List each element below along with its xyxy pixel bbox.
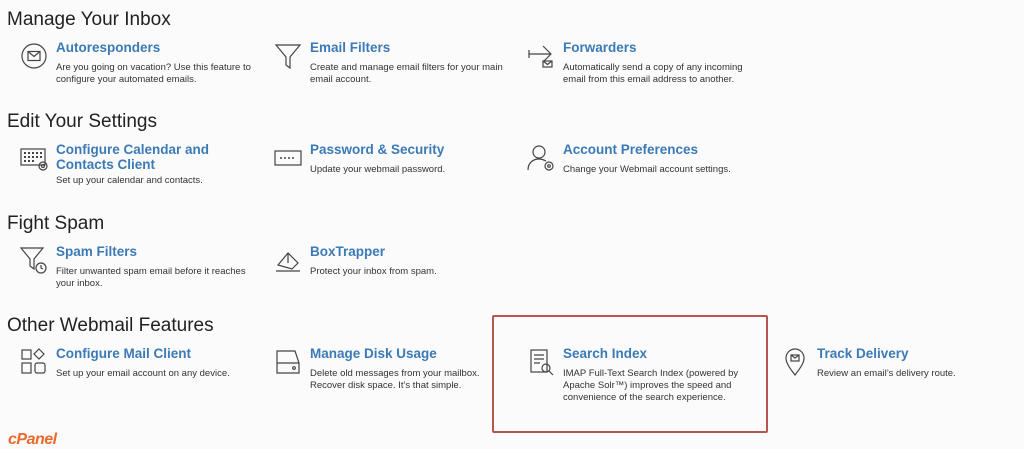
track-delivery-link[interactable]: Track Delivery xyxy=(817,346,1017,361)
password-security-description: Update your webmail password. xyxy=(310,164,446,175)
hard-drive-icon xyxy=(273,347,303,377)
cpanel-logo: cPanel xyxy=(8,431,57,448)
spam-filters-description: Filter unwanted spam email before it rea… xyxy=(56,266,246,289)
box-trap-icon xyxy=(273,245,303,275)
spam-filter-icon xyxy=(19,245,49,275)
filter-icon xyxy=(273,41,303,71)
disk-usage-description: Delete old messages from your mailbox. R… xyxy=(310,368,480,391)
boxtrapper-link[interactable]: BoxTrapper xyxy=(310,244,510,259)
spam-filters-link[interactable]: Spam Filters xyxy=(56,244,256,259)
autoresponders-link[interactable]: Autoresponders xyxy=(56,40,256,55)
boxtrapper-description: Protect your inbox from spam. xyxy=(310,266,437,277)
forwarders-link[interactable]: Forwarders xyxy=(563,40,763,55)
disk-usage-link[interactable]: Manage Disk Usage xyxy=(310,346,510,361)
section-title-edit-settings: Edit Your Settings xyxy=(7,111,157,132)
mail-client-description: Set up your email account on any device. xyxy=(56,368,230,379)
autoresponder-icon xyxy=(19,41,49,71)
section-title-fight-spam: Fight Spam xyxy=(7,213,105,234)
calendar-contacts-link[interactable]: Configure Calendar and Contacts Client xyxy=(56,142,256,172)
calendar-contacts-description: Set up your calendar and contacts. xyxy=(56,175,203,186)
search-index-highlight-box xyxy=(492,315,768,433)
track-delivery-description: Review an email’s delivery route. xyxy=(817,368,956,379)
section-title-other-features: Other Webmail Features xyxy=(7,315,214,336)
forwarders-description: Automatically send a copy of any incomin… xyxy=(563,62,743,85)
forward-arrow-icon xyxy=(526,41,556,71)
user-settings-icon xyxy=(526,143,556,173)
calendar-keyboard-icon xyxy=(19,143,49,173)
account-preferences-link[interactable]: Account Preferences xyxy=(563,142,763,157)
password-security-link[interactable]: Password & Security xyxy=(310,142,510,157)
account-preferences-description: Change your Webmail account settings. xyxy=(563,164,731,175)
section-title-manage-inbox: Manage Your Inbox xyxy=(7,9,171,30)
autoresponders-description: Are you going on vacation? Use this feat… xyxy=(56,62,251,85)
email-filters-link[interactable]: Email Filters xyxy=(310,40,510,55)
mail-client-link[interactable]: Configure Mail Client xyxy=(56,346,256,361)
password-field-icon xyxy=(273,143,303,173)
location-pin-icon xyxy=(780,347,810,377)
email-filters-description: Create and manage email filters for your… xyxy=(310,62,503,85)
devices-icon xyxy=(19,347,49,377)
